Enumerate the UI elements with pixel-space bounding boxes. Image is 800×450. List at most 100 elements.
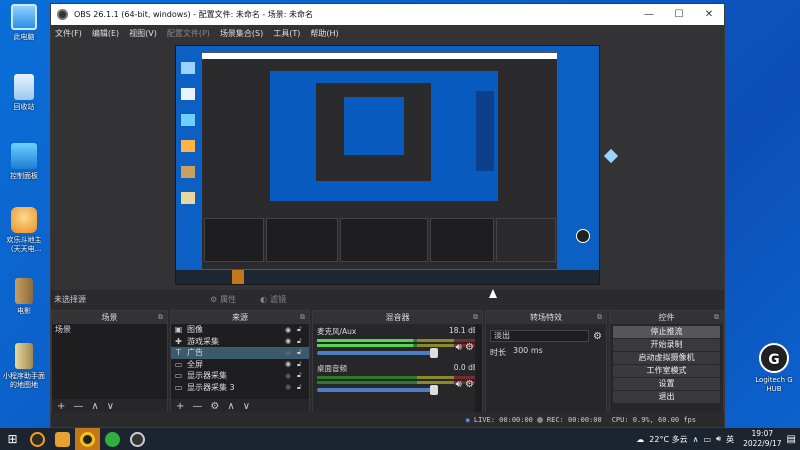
source-item[interactable]: ▣ 图像 ◉ 🔓︎: [171, 324, 309, 336]
desktop-icon-label: 小程序助手面的地图地: [3, 372, 45, 389]
obs-icon: [130, 431, 145, 447]
exit-button[interactable]: 退出: [613, 391, 720, 403]
dock-title: 场景: [101, 313, 118, 322]
add-icon[interactable]: +: [176, 401, 184, 412]
menu-file[interactable]: 文件(F): [55, 28, 82, 39]
menu-help[interactable]: 帮助(H): [310, 28, 338, 39]
source-item[interactable]: ▭ 全屏 ◉ 🔓︎: [171, 359, 309, 371]
eye-icon[interactable]: ◉: [285, 383, 297, 391]
lock-icon[interactable]: 🔓︎: [297, 325, 309, 334]
volume-icon[interactable]: 🔊︎: [716, 434, 721, 444]
taskbar-app-active[interactable]: [75, 428, 100, 450]
volume-slider-knob[interactable]: [430, 348, 438, 358]
duration-input[interactable]: 300 ms: [510, 346, 580, 358]
start-button[interactable]: ⊞: [0, 428, 25, 450]
controls-dock: 控件 ⧉ 停止推流 开始录制 启动虚拟摄像机 工作室模式 设置 退出: [609, 310, 724, 414]
weather-text[interactable]: 22°C 多云: [649, 434, 687, 445]
speaker-icon[interactable]: 🔊︎: [456, 379, 462, 390]
lock-icon[interactable]: 🔓︎: [297, 360, 309, 369]
network-icon[interactable]: ▭: [703, 435, 711, 444]
menu-edit[interactable]: 编辑(E): [92, 28, 119, 39]
minimize-button[interactable]: —: [634, 9, 664, 20]
undock-icon[interactable]: ⧉: [714, 311, 719, 324]
undock-icon[interactable]: ⧉: [300, 311, 305, 324]
lock-icon[interactable]: 🔓︎: [297, 348, 309, 357]
speaker-icon[interactable]: 🔊︎: [456, 342, 462, 353]
gear-icon[interactable]: ⚙: [465, 342, 474, 353]
lock-icon[interactable]: 🔓︎: [297, 337, 309, 346]
gear-icon[interactable]: ⚙: [465, 379, 474, 390]
down-icon[interactable]: ∨: [243, 401, 250, 412]
close-button[interactable]: ✕: [694, 9, 724, 20]
gear-icon[interactable]: ⚙: [210, 401, 219, 412]
taskbar-app-game[interactable]: [50, 428, 75, 450]
remove-icon[interactable]: —: [73, 401, 83, 412]
desktop-icon-movies[interactable]: 电影: [2, 278, 46, 316]
clock[interactable]: 19:07 2022/9/17: [743, 429, 781, 449]
filters-button[interactable]: ◐ 滤镜: [254, 293, 292, 306]
start-recording-button[interactable]: 开始录制: [613, 339, 720, 351]
gear-icon[interactable]: ⚙: [593, 331, 602, 342]
add-icon[interactable]: +: [57, 401, 65, 412]
filter-icon: ◐: [260, 295, 268, 304]
volume-slider[interactable]: [317, 348, 438, 358]
start-virtual-camera-button[interactable]: 启动虚拟摄像机: [613, 352, 720, 364]
window-title: OBS 26.1.1 (64-bit, windows) - 配置文件: 未命名…: [74, 10, 314, 19]
rec-icon: [536, 416, 543, 423]
source-item[interactable]: T 广告 ◉ 🔓︎: [171, 347, 309, 359]
menu-scene-collection[interactable]: 场景集合(S): [220, 28, 263, 39]
channel-name: 麦克风/Aux: [317, 327, 357, 336]
chevron-up-icon[interactable]: ∧: [693, 435, 699, 444]
mixer-scrollbar[interactable]: [475, 324, 482, 414]
transition-select[interactable]: 淡出: [490, 330, 590, 342]
studio-mode-button[interactable]: 工作室模式: [613, 365, 720, 377]
menu-view[interactable]: 视图(V): [129, 28, 157, 39]
remove-icon[interactable]: —: [192, 401, 202, 412]
up-icon[interactable]: ∧: [91, 401, 98, 412]
scene-item[interactable]: 场景: [52, 324, 167, 336]
ime-indicator[interactable]: 英: [726, 434, 734, 445]
down-icon[interactable]: ∨: [107, 401, 114, 412]
eye-icon[interactable]: ◉: [285, 326, 297, 334]
no-source-label: 未选择源: [54, 295, 86, 304]
desktop-icon-recycle-bin[interactable]: 回收站: [2, 74, 46, 112]
title-bar[interactable]: OBS 26.1.1 (64-bit, windows) - 配置文件: 未命名…: [51, 4, 724, 25]
undock-icon[interactable]: ⧉: [473, 311, 478, 324]
taskbar-app-obs[interactable]: [125, 428, 150, 450]
eye-icon[interactable]: ◉: [285, 360, 297, 368]
properties-button[interactable]: ⚙ 属性: [204, 293, 242, 306]
taskbar-app-green[interactable]: [100, 428, 125, 450]
undock-icon[interactable]: ⧉: [158, 311, 163, 324]
volume-slider[interactable]: [317, 385, 438, 395]
menu-profile[interactable]: 配置文件(P): [167, 28, 210, 39]
source-item[interactable]: ▭ 显示器采集 3 ◉ 🔓︎: [171, 382, 309, 394]
taskbar-app-g[interactable]: [25, 428, 50, 450]
maximize-button[interactable]: ☐: [664, 9, 694, 20]
gear-icon: ⚙: [210, 295, 218, 304]
menu-tools[interactable]: 工具(T): [273, 28, 300, 39]
windows-icon: ⊞: [7, 432, 18, 446]
lock-icon[interactable]: 🔓︎: [297, 383, 309, 392]
stop-streaming-button[interactable]: 停止推流: [613, 326, 720, 338]
desktop-icon-miniprogram[interactable]: 小程序助手面的地图地: [2, 343, 46, 390]
desktop-icon-control-panel[interactable]: 控制面板: [2, 143, 46, 181]
desktop-icon-game[interactable]: 欢乐斗地主（天天电...: [2, 207, 46, 254]
notification-icon[interactable]: ▤: [787, 434, 796, 445]
undock-icon[interactable]: ⧉: [597, 311, 602, 324]
eye-icon[interactable]: ◉: [285, 349, 297, 357]
eye-icon[interactable]: ◉: [285, 372, 297, 380]
rec-status: REC: 00:00:00: [546, 415, 602, 424]
desktop-icon-label: Logitech G HUB: [755, 376, 793, 393]
lock-icon[interactable]: 🔓︎: [297, 371, 309, 380]
source-toolbar: 未选择源 ⚙ 属性 ◐ 滤镜: [51, 290, 724, 309]
eye-icon[interactable]: ◉: [285, 337, 297, 345]
source-item[interactable]: ✚ 游戏采集 ◉ 🔓︎: [171, 336, 309, 348]
volume-slider-knob[interactable]: [430, 385, 438, 395]
settings-button[interactable]: 设置: [613, 378, 720, 390]
source-item[interactable]: ▭ 显示器采集 ◉ 🔓︎: [171, 370, 309, 382]
scenes-dock: 场景 ⧉ 场景 + — ∧ ∨: [51, 310, 168, 414]
desktop-icon-this-pc[interactable]: 此电脑: [2, 4, 46, 42]
desktop-icon-logitech[interactable]: G Logitech G HUB: [750, 343, 798, 394]
up-icon[interactable]: ∧: [227, 401, 234, 412]
preview-area[interactable]: [51, 41, 724, 290]
